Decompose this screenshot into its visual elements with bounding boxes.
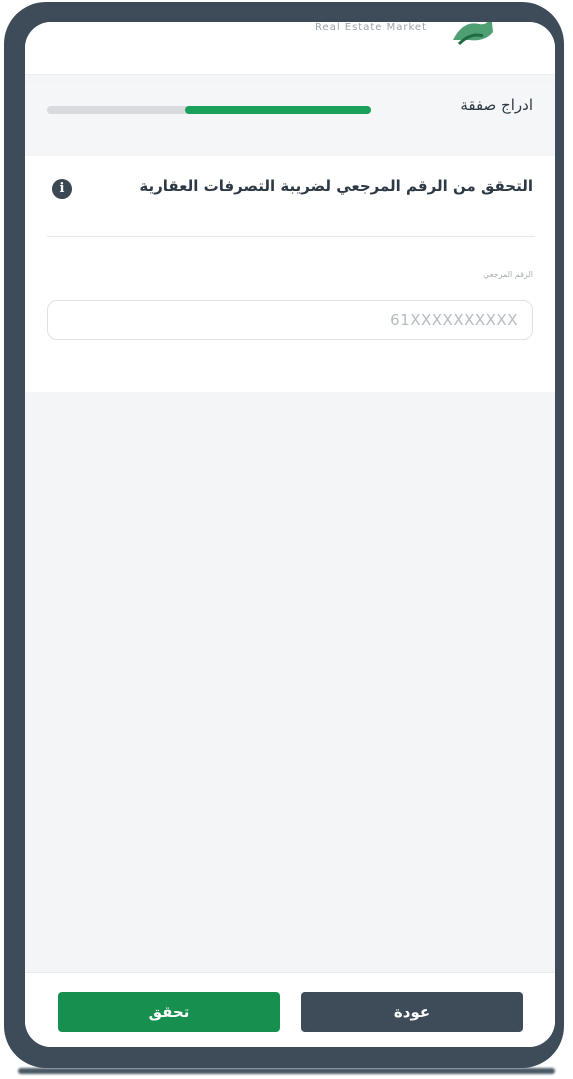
step-title: ادراج صفقة (460, 96, 533, 114)
app-screen: Real Estate Market ادراج صفقة التحقق من … (25, 22, 555, 1047)
brand-subtitle: Real Estate Market (315, 22, 427, 33)
info-icon[interactable]: i (52, 179, 72, 199)
progress-fill (185, 106, 371, 114)
back-button[interactable]: عودة (301, 992, 523, 1032)
reference-number-label: الرقم المرجعي (483, 270, 533, 279)
header-bar: Real Estate Market (25, 22, 555, 75)
device-frame: Real Estate Market ادراج صفقة التحقق من … (4, 2, 564, 1068)
brand-logo-icon (453, 22, 493, 46)
progress-section (25, 84, 555, 154)
device-shadow (18, 1068, 555, 1074)
divider (47, 236, 535, 237)
reference-number-input[interactable] (47, 300, 533, 340)
card-title: التحقق من الرقم المرجعي لضريبة التصرفات … (139, 177, 533, 195)
verify-button[interactable]: تحقق (58, 992, 280, 1032)
